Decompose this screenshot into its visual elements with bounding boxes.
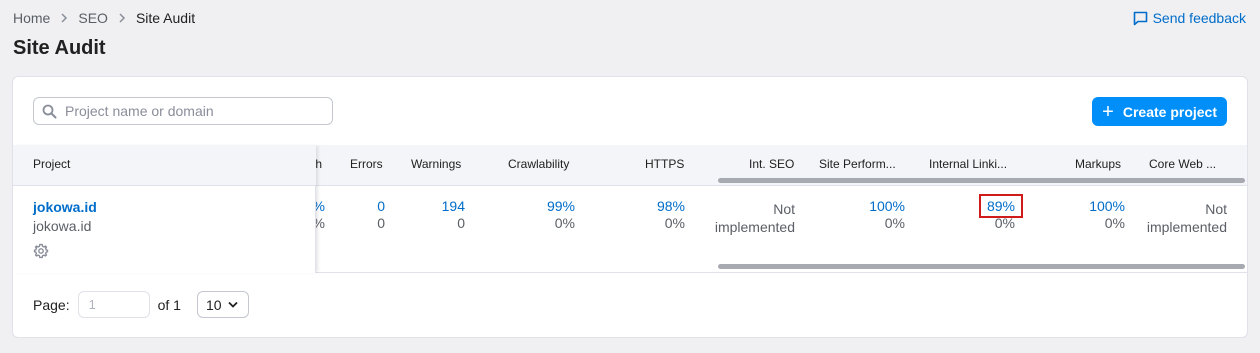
search-box — [33, 97, 333, 125]
breadcrumb-seo[interactable]: SEO — [78, 10, 108, 26]
cell-crawlability: 99% 0% — [547, 198, 575, 231]
site-performance-value[interactable]: 100% — [869, 198, 905, 214]
search-icon — [42, 104, 57, 119]
cell-https: 98% 0% — [657, 198, 685, 231]
horizontal-scrollbar-top[interactable] — [718, 178, 1245, 183]
page-count: of 1 — [157, 296, 181, 313]
pagination: Page: 1 of 1 10 — [33, 291, 249, 318]
breadcrumb-site-audit: Site Audit — [135, 10, 196, 26]
send-feedback-link[interactable]: Send feedback — [1133, 10, 1246, 26]
column-header-crawlability[interactable]: Crawlability — [508, 157, 569, 171]
page-size-select[interactable]: 10 — [196, 291, 249, 318]
column-header-site-performance[interactable]: Site Perform... — [819, 157, 896, 171]
project-column: Project jokowa.id jokowa.id — [13, 145, 316, 273]
chevron-right-icon — [118, 13, 126, 23]
warnings-value[interactable]: 194 — [442, 198, 465, 214]
column-header-internal-linking[interactable]: Internal Linki... — [929, 157, 1007, 171]
site-performance-delta: 0% — [884, 215, 905, 231]
page-label: Page: — [33, 296, 70, 313]
errors-delta: 0 — [377, 215, 385, 231]
page-title: Site Audit — [13, 37, 106, 59]
chevron-right-icon — [60, 13, 68, 23]
create-project-label: Create project — [1122, 103, 1217, 120]
send-feedback-label: Send feedback — [1152, 10, 1246, 26]
core-web-vitals-status-line1: Not — [1205, 201, 1227, 217]
chevron-down-icon — [227, 301, 238, 308]
cell-int-seo: Not implemented — [715, 200, 795, 236]
core-web-vitals-status-line2: implemented — [1146, 219, 1227, 235]
column-header-project-cell: Project — [13, 145, 316, 186]
page-number-input[interactable]: 1 — [77, 291, 150, 318]
https-value[interactable]: 98% — [657, 198, 685, 214]
gear-icon[interactable] — [33, 243, 49, 259]
crawlability-delta: 0% — [554, 215, 575, 231]
markups-delta: 0% — [1104, 215, 1125, 231]
page-size-value: 10 — [205, 296, 222, 313]
create-project-button[interactable]: + Create project — [1092, 97, 1227, 126]
cell-errors: 0 0 — [377, 198, 385, 231]
projects-table: th Errors Warnings Crawlability HTTPS In… — [13, 145, 1247, 273]
int-seo-status-line2: implemented — [714, 219, 795, 235]
search-input[interactable] — [65, 103, 315, 119]
crawlability-value[interactable]: 99% — [547, 198, 575, 214]
column-header-int-seo[interactable]: Int. SEO — [749, 157, 794, 171]
column-header-https[interactable]: HTTPS — [645, 157, 684, 171]
column-header-markups[interactable]: Markups — [1075, 157, 1121, 171]
horizontal-scrollbar-bottom[interactable] — [718, 264, 1245, 269]
project-name-link[interactable]: jokowa.id — [33, 199, 97, 215]
cell-warnings: 194 0 — [442, 198, 465, 231]
breadcrumb: Home SEO Site Audit — [13, 10, 195, 26]
warnings-delta: 0 — [457, 215, 465, 231]
plus-icon: + — [1102, 100, 1114, 123]
markups-value[interactable]: 100% — [1089, 198, 1125, 214]
column-header-errors[interactable]: Errors — [350, 157, 383, 171]
cell-markups: 100% 0% — [1089, 198, 1125, 231]
feedback-icon — [1133, 11, 1148, 26]
https-delta: 0% — [664, 215, 685, 231]
projects-card: + Create project th Errors Warnings Craw… — [12, 76, 1248, 338]
cell-core-web-vitals: Not implemented — [1147, 200, 1227, 236]
column-header-core-web-vitals[interactable]: Core Web ... — [1149, 157, 1216, 171]
column-header-warnings[interactable]: Warnings — [411, 157, 461, 171]
column-header-project[interactable]: Project — [33, 157, 70, 171]
project-domain: jokowa.id — [33, 218, 92, 234]
cell-internal-linking: 89% 0% — [978, 194, 1023, 231]
errors-value[interactable]: 0 — [377, 198, 385, 214]
int-seo-status-line1: Not — [773, 201, 795, 217]
cell-site-performance: 100% 0% — [869, 198, 905, 231]
breadcrumb-home[interactable]: Home — [13, 10, 50, 26]
